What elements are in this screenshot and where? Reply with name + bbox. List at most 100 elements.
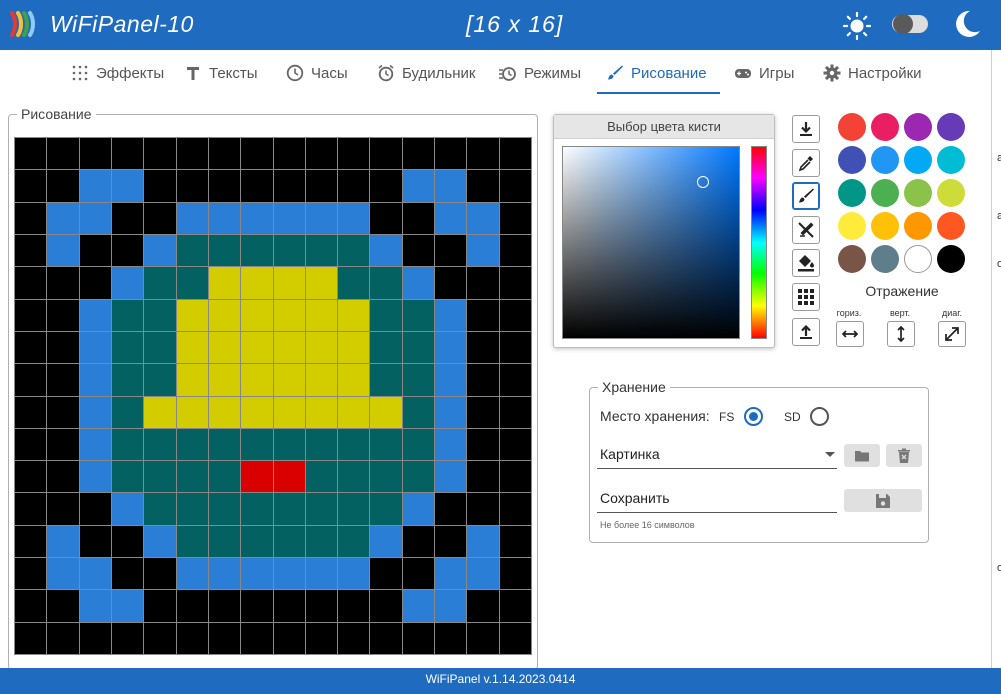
fill-button[interactable] — [792, 249, 820, 277]
pixel-cell[interactable] — [208, 331, 241, 364]
pixel-cell[interactable] — [273, 493, 305, 525]
pixel-cell[interactable] — [208, 622, 241, 654]
color-swatch[interactable] — [904, 212, 932, 240]
pixel-cell[interactable] — [208, 202, 241, 234]
pixel-cell[interactable] — [305, 202, 338, 234]
pixel-cell[interactable] — [208, 590, 241, 622]
pixel-cell[interactable] — [79, 525, 111, 558]
pixel-cell[interactable] — [79, 622, 111, 654]
pixel-cell[interactable] — [47, 493, 79, 525]
pixel-cell[interactable] — [79, 138, 111, 170]
pixel-cell[interactable] — [499, 396, 531, 428]
pixel-cell[interactable] — [499, 138, 531, 170]
pixel-cell[interactable] — [273, 461, 305, 493]
pixel-cell[interactable] — [15, 461, 47, 493]
pixel-cell[interactable] — [79, 590, 111, 622]
pixel-cell[interactable] — [47, 364, 79, 396]
pixel-cell[interactable] — [15, 525, 47, 558]
pixel-cell[interactable] — [273, 138, 305, 170]
pixel-cell[interactable] — [305, 234, 338, 267]
pixel-cell[interactable] — [467, 234, 499, 267]
grid-toggle-button[interactable] — [792, 283, 820, 311]
pixel-cell[interactable] — [47, 331, 79, 364]
pixel-cell[interactable] — [47, 299, 79, 331]
pixel-cell[interactable] — [499, 299, 531, 331]
pixel-cell[interactable] — [499, 525, 531, 558]
pixel-cell[interactable] — [176, 170, 208, 202]
pixel-cell[interactable] — [305, 590, 338, 622]
save-name-input[interactable]: Сохранить — [597, 484, 837, 513]
pixel-cell[interactable] — [370, 558, 402, 590]
pixel-cell[interactable] — [467, 267, 499, 299]
pixel-cell[interactable] — [370, 525, 402, 558]
pixel-cell[interactable] — [370, 493, 402, 525]
pixel-cell[interactable] — [338, 299, 370, 331]
mirror-diagonal-button[interactable] — [938, 321, 966, 347]
pixel-cell[interactable] — [111, 396, 144, 428]
pixel-cell[interactable] — [79, 331, 111, 364]
pixel-cell[interactable] — [144, 202, 176, 234]
pixel-cell[interactable] — [208, 461, 241, 493]
pixel-cell[interactable] — [338, 364, 370, 396]
pixel-cell[interactable] — [305, 331, 338, 364]
pixel-cell[interactable] — [111, 493, 144, 525]
pixel-cell[interactable] — [467, 138, 499, 170]
pixel-cell[interactable] — [144, 299, 176, 331]
pixel-cell[interactable] — [241, 267, 273, 299]
pixel-cell[interactable] — [176, 525, 208, 558]
pixel-cell[interactable] — [144, 590, 176, 622]
pixel-cell[interactable] — [370, 234, 402, 267]
pixel-cell[interactable] — [176, 590, 208, 622]
pixel-cell[interactable] — [499, 428, 531, 461]
pixel-cell[interactable] — [370, 299, 402, 331]
color-swatch[interactable] — [904, 245, 932, 273]
pixel-cell[interactable] — [47, 234, 79, 267]
pixel-cell[interactable] — [467, 364, 499, 396]
pixel-cell[interactable] — [467, 493, 499, 525]
pixel-cell[interactable] — [208, 428, 241, 461]
tab-modes[interactable]: Режимы — [499, 50, 581, 96]
pixel-cell[interactable] — [338, 234, 370, 267]
pixel-cell[interactable] — [435, 493, 467, 525]
pixel-cell[interactable] — [241, 170, 273, 202]
pixel-cell[interactable] — [435, 202, 467, 234]
fs-radio[interactable] — [744, 407, 763, 426]
pixel-cell[interactable] — [79, 558, 111, 590]
pixel-cell[interactable] — [208, 364, 241, 396]
pixel-cell[interactable] — [305, 525, 338, 558]
color-swatch[interactable] — [871, 113, 899, 141]
pixel-cell[interactable] — [467, 558, 499, 590]
pixel-cell[interactable] — [370, 622, 402, 654]
pixel-cell[interactable] — [305, 622, 338, 654]
pixel-cell[interactable] — [402, 493, 435, 525]
pixel-cell[interactable] — [338, 331, 370, 364]
pixel-cell[interactable] — [79, 364, 111, 396]
pixel-cell[interactable] — [208, 558, 241, 590]
tab-clock[interactable]: Часы — [286, 50, 348, 96]
pixel-cell[interactable] — [241, 202, 273, 234]
color-swatch[interactable] — [871, 179, 899, 207]
sd-radio[interactable] — [810, 407, 829, 426]
pixel-cell[interactable] — [111, 299, 144, 331]
pixel-cell[interactable] — [499, 558, 531, 590]
pixel-cell[interactable] — [111, 622, 144, 654]
pixel-cell[interactable] — [47, 396, 79, 428]
pixel-cell[interactable] — [370, 364, 402, 396]
pixel-cell[interactable] — [144, 396, 176, 428]
pixel-cell[interactable] — [370, 331, 402, 364]
pixel-cell[interactable] — [467, 461, 499, 493]
pixel-cell[interactable] — [499, 331, 531, 364]
pixel-cell[interactable] — [402, 364, 435, 396]
pixel-cell[interactable] — [402, 202, 435, 234]
pixel-cell[interactable] — [467, 170, 499, 202]
color-swatch[interactable] — [838, 113, 866, 141]
pixel-cell[interactable] — [208, 299, 241, 331]
pixel-cell[interactable] — [79, 202, 111, 234]
pixel-cell[interactable] — [305, 428, 338, 461]
pixel-cell[interactable] — [435, 461, 467, 493]
pixel-cell[interactable] — [402, 234, 435, 267]
open-folder-button[interactable] — [844, 444, 880, 467]
pixel-cell[interactable] — [402, 590, 435, 622]
pixel-cell[interactable] — [338, 461, 370, 493]
pixel-cell[interactable] — [111, 364, 144, 396]
